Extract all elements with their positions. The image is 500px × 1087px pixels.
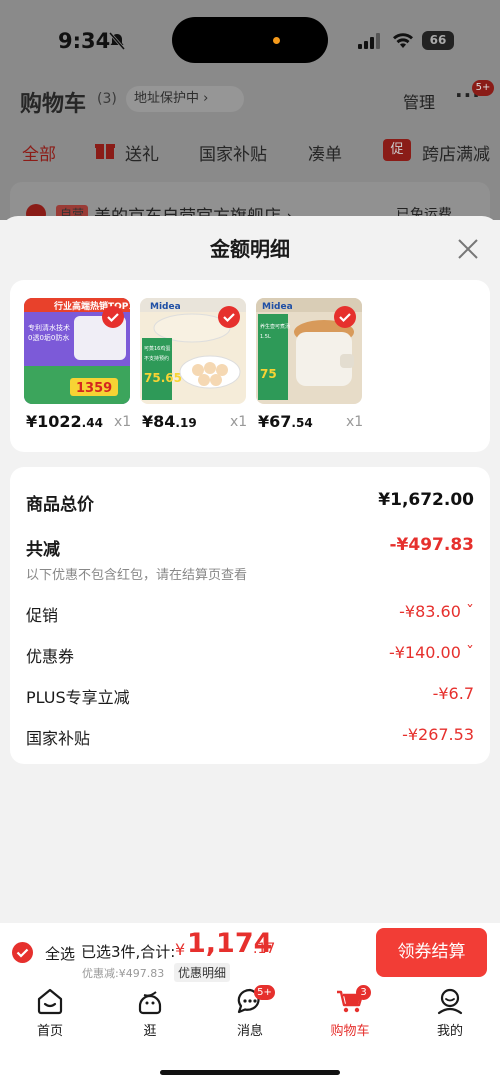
product-price: ¥67.54 [258, 412, 313, 431]
category-gift[interactable]: 送礼 [125, 140, 159, 165]
tab-home-label: 首页 [36, 1024, 63, 1039]
category-cross-store[interactable]: 跨店满减 [422, 140, 490, 165]
promo-badge: 促 [383, 139, 411, 161]
profile-icon [437, 988, 463, 1015]
svg-text:75.65: 75.65 [144, 371, 182, 385]
sheet-title: 金额明细 [210, 237, 290, 261]
product-qty: x1 [114, 414, 132, 430]
selected-check-icon [334, 306, 356, 328]
silent-bell-icon [108, 32, 126, 50]
cart-badge: 3 [356, 985, 371, 1000]
selected-summary: 已选3件,合计: [81, 943, 176, 961]
category-all[interactable]: 全部 [22, 140, 56, 165]
home-indicator [160, 1070, 340, 1075]
tab-cart[interactable]: 购物车 [320, 986, 380, 1039]
wifi-icon [393, 33, 413, 48]
selected-check-icon [218, 306, 240, 328]
category-national-subsidy[interactable]: 国家补贴 [199, 140, 267, 165]
checkout-button[interactable]: 领券结算 [376, 928, 487, 977]
tab-browse-label: 逛 [143, 1024, 157, 1039]
gift-icon [95, 144, 115, 159]
goods-total-label: 商品总价 [26, 495, 94, 515]
svg-text:不支持预约: 不支持预约 [144, 355, 169, 362]
home-icon [37, 988, 63, 1015]
national-subsidy-value: -¥267.53 [402, 725, 474, 744]
cart-title: 购物车 [20, 92, 87, 117]
promotion-value[interactable]: -¥83.60 ˇ [399, 602, 474, 621]
coupon-value[interactable]: -¥140.00 ˇ [389, 643, 474, 662]
svg-text:可蒸16鸡蛋: 可蒸16鸡蛋 [144, 345, 170, 352]
face-icon [138, 991, 162, 1015]
selected-check-icon [102, 306, 124, 328]
tab-messages-label: 消息 [236, 1024, 263, 1039]
dynamic-island [172, 17, 328, 63]
svg-text:0透0垢0防水: 0透0垢0防水 [28, 333, 69, 342]
saved-amount: 优惠减:¥497.83 [82, 967, 165, 980]
svg-text:专利清水技术: 专利清水技术 [28, 323, 70, 332]
address-protection-pill[interactable]: 地址保护中 › [126, 86, 244, 112]
svg-text:75: 75 [260, 367, 277, 381]
total-amount-decimal: .17 [253, 941, 276, 957]
manage-button[interactable]: 管理 [403, 89, 435, 113]
discount-total-value: -¥497.83 [389, 535, 475, 555]
national-subsidy-label: 国家补贴 [26, 729, 91, 748]
total-currency: ¥ [175, 940, 186, 959]
category-add-on[interactable]: 凑单 [308, 140, 342, 165]
svg-text:Midea: Midea [262, 302, 293, 312]
battery-indicator: 66 [422, 31, 454, 50]
product-qty: x1 [346, 414, 364, 430]
tab-home[interactable]: 首页 [20, 986, 80, 1039]
cart-count: (3) [97, 91, 117, 107]
product-qty: x1 [230, 414, 248, 430]
svg-text:Midea: Midea [150, 302, 181, 312]
discount-detail-button[interactable]: 优惠明细 [174, 963, 231, 982]
discount-total-label: 共减 [26, 540, 60, 560]
goods-total-value: ¥1,672.00 [378, 490, 474, 510]
tab-browse[interactable]: 逛 [120, 986, 180, 1039]
close-icon[interactable] [455, 236, 481, 262]
discount-note: 以下优惠不包含红包，请在结算页查看 [26, 568, 248, 583]
tab-cart-label: 购物车 [330, 1024, 370, 1039]
select-all-check-icon[interactable] [12, 942, 33, 963]
plus-discount-value: -¥6.7 [432, 684, 474, 703]
address-text: 地址保护中 › [134, 91, 209, 106]
select-all-label[interactable]: 全选 [45, 943, 75, 964]
plus-discount-label: PLUS专享立减 [26, 688, 130, 707]
svg-text:1.5L: 1.5L [260, 334, 271, 340]
privacy-dot [273, 37, 280, 44]
status-time: 9:34 [58, 29, 111, 53]
tab-profile[interactable]: 我的 [420, 986, 480, 1039]
messages-badge: 5+ [254, 985, 275, 1000]
product-price: ¥84.19 [142, 412, 197, 431]
tab-profile-label: 我的 [436, 1024, 463, 1039]
coupon-label: 优惠券 [26, 647, 75, 666]
promotion-label: 促销 [26, 606, 59, 625]
svg-text:养生壶可煮汤: 养生壶可煮汤 [260, 323, 290, 330]
product-price: ¥1022.44 [26, 412, 103, 431]
more-badge: 5+ [472, 80, 494, 96]
svg-text:1359: 1359 [76, 381, 112, 396]
cellular-signal-icon [358, 33, 380, 49]
